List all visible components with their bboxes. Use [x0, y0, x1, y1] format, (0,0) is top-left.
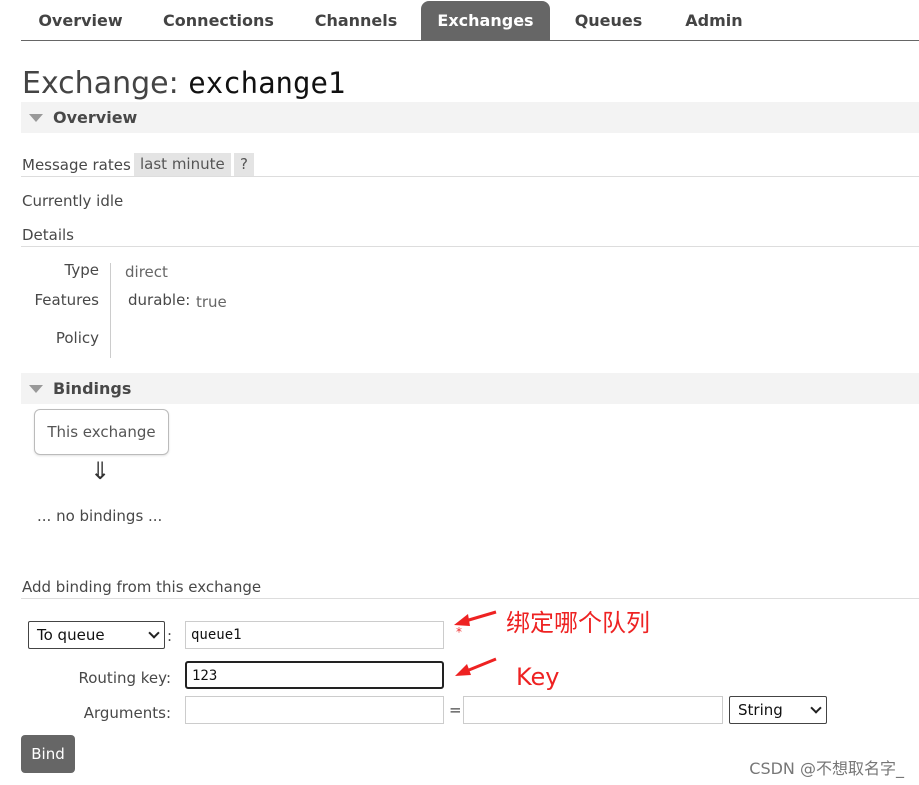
tab-admin[interactable]: Admin [665, 1, 763, 41]
durable-value: true [196, 293, 227, 311]
argument-key-input[interactable] [185, 696, 444, 724]
rate-period-selector[interactable]: last minute [134, 153, 231, 176]
exchange-name: exchange1 [188, 66, 346, 100]
divider [21, 598, 919, 599]
durable-key: durable: [128, 291, 191, 309]
argument-type-value: String [738, 701, 783, 719]
no-bindings-text: ... no bindings ... [37, 507, 163, 525]
tab-connections[interactable]: Connections [146, 1, 291, 41]
this-exchange-box: This exchange [34, 409, 169, 455]
divider [21, 246, 919, 247]
tab-queues[interactable]: Queues [558, 1, 659, 41]
bind-button[interactable]: Bind [21, 735, 75, 773]
message-rates-label: Message rates [22, 156, 131, 174]
destination-input[interactable]: queue1 [185, 621, 444, 649]
equals-sign: = [449, 701, 462, 719]
routing-key-input[interactable]: 123 [185, 661, 444, 689]
type-label: Type [64, 261, 99, 279]
type-value: direct [125, 263, 168, 281]
arguments-label: Arguments: [83, 704, 171, 722]
tab-channels[interactable]: Channels [297, 1, 415, 41]
arrow-to-routing-key-icon [455, 657, 497, 676]
routing-key-label: Routing key: [78, 669, 172, 687]
annotation-arrows [454, 610, 497, 676]
destination-type-select[interactable]: To queue [28, 621, 165, 649]
argument-type-select[interactable]: String [729, 696, 827, 724]
overview-section-toggle[interactable]: Overview [21, 102, 919, 133]
chevron-down-icon [148, 627, 160, 639]
tab-overview[interactable]: Overview [21, 1, 140, 41]
details-label: Details [22, 226, 75, 244]
chevron-down-icon [810, 702, 822, 714]
watermark: CSDN @不想取名字_ [749, 759, 904, 778]
double-arrow-down-icon: ⇓ [90, 457, 111, 485]
colon-label: : [167, 627, 173, 645]
status-text: Currently idle [22, 192, 124, 210]
destination-type-value: To queue [37, 626, 105, 644]
top-navigation: Overview Connections Channels Exchanges … [21, 0, 919, 41]
divider [21, 176, 919, 177]
features-label: Features [34, 291, 100, 309]
key-annotation: Key [516, 663, 560, 691]
page-title: Exchange: exchange1 [22, 66, 345, 101]
add-binding-title: Add binding from this exchange [22, 578, 262, 596]
overview-section-label: Overview [53, 108, 138, 127]
bindings-section-label: Bindings [53, 379, 132, 398]
bindings-section-toggle[interactable]: Bindings [21, 373, 919, 404]
tab-exchanges[interactable]: Exchanges [421, 1, 550, 41]
queue-annotation: 绑定哪个队列 [506, 609, 650, 637]
argument-value-input[interactable] [463, 696, 723, 724]
page-title-prefix: Exchange: [22, 66, 179, 101]
help-button[interactable]: ? [234, 153, 254, 176]
collapse-triangle-icon [29, 385, 43, 393]
policy-label: Policy [55, 329, 99, 347]
collapse-triangle-icon [29, 114, 43, 122]
details-divider [110, 263, 111, 358]
arrow-to-queue-icon [454, 610, 497, 626]
